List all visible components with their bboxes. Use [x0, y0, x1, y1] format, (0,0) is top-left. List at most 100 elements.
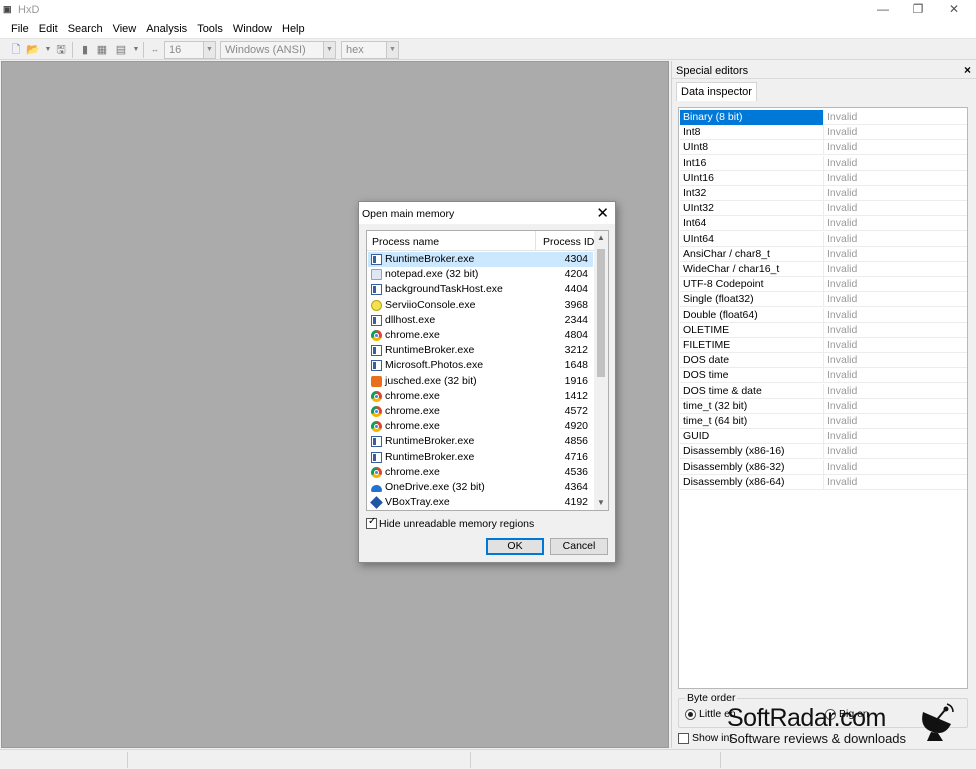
menu-help[interactable]: Help — [277, 20, 310, 38]
open-dropdown-icon[interactable]: ▼ — [41, 43, 55, 57]
process-row[interactable]: ServiioConsole.exe 3968 — [368, 298, 593, 313]
inspector-value[interactable]: Invalid — [827, 201, 857, 215]
inspector-row[interactable]: Disassembly (x86-64) Invalid — [680, 474, 967, 490]
inspector-row[interactable]: Disassembly (x86-32) Invalid — [680, 459, 967, 475]
scroll-thumb[interactable] — [597, 249, 605, 377]
inspector-row[interactable]: Single (float32) Invalid — [680, 292, 967, 308]
process-row[interactable]: Microsoft.Photos.exe 1648 — [368, 358, 593, 373]
process-list-scrollbar[interactable]: ▲ ▼ — [594, 231, 608, 510]
inspector-row[interactable]: GUID Invalid — [680, 429, 967, 445]
inspector-row[interactable]: Double (float64) Invalid — [680, 307, 967, 323]
export-icon[interactable]: ▤ — [114, 43, 128, 57]
process-row[interactable]: VBoxTray.exe 4192 — [368, 495, 593, 510]
inspector-value[interactable]: Invalid — [827, 125, 857, 139]
inspector-row[interactable]: UInt16 Invalid — [680, 170, 967, 186]
inspector-row[interactable]: time_t (64 bit) Invalid — [680, 414, 967, 429]
data-inspector-grid[interactable]: Binary (8 bit) Invalid Int8 Invalid UInt8 Inv… — [678, 107, 968, 689]
process-row[interactable]: chrome.exe 4572 — [368, 404, 593, 419]
new-file-icon[interactable]: 🗋 — [9, 43, 23, 57]
charset-select[interactable]: Windows (ANSI) ▼ — [220, 41, 336, 59]
process-row[interactable]: RuntimeBroker.exe 3212 — [368, 343, 593, 358]
menu-window[interactable]: Window — [228, 20, 277, 38]
inspector-value[interactable]: Invalid — [827, 353, 857, 367]
menu-view[interactable]: View — [108, 20, 142, 38]
save-icon[interactable]: 🖫 — [54, 43, 68, 57]
open-folder-icon[interactable]: 📂 — [26, 43, 40, 57]
inspector-row[interactable]: DOS time Invalid — [680, 368, 967, 384]
inspector-row[interactable]: UInt64 Invalid — [680, 231, 967, 247]
inspector-value[interactable]: Invalid — [827, 460, 857, 474]
inspector-value[interactable]: Invalid — [827, 368, 857, 382]
ok-button[interactable]: OK — [486, 538, 544, 555]
process-row[interactable]: dllhost.exe 2344 — [368, 313, 593, 328]
panel-close-icon[interactable]: × — [964, 63, 971, 77]
inspector-row[interactable]: DOS time & date Invalid — [680, 383, 967, 399]
process-row[interactable]: RuntimeBroker.exe 4304 — [368, 252, 593, 267]
little-endian-radio[interactable] — [685, 709, 696, 720]
inspector-value[interactable]: Invalid — [827, 140, 857, 154]
chevron-down-icon[interactable]: ▼ — [386, 42, 398, 58]
chevron-down-icon[interactable]: ▼ — [323, 42, 335, 58]
hide-unreadable-checkbox[interactable] — [366, 516, 377, 529]
tab-data-inspector[interactable]: Data inspector — [676, 82, 757, 101]
process-row[interactable]: RuntimeBroker.exe 4716 — [368, 450, 593, 465]
inspector-value[interactable]: Invalid — [827, 156, 857, 170]
process-row[interactable]: backgroundTaskHost.exe 4404 — [368, 282, 593, 297]
inspector-value[interactable]: Invalid — [827, 186, 857, 200]
inspector-value[interactable]: Invalid — [827, 475, 857, 489]
process-row[interactable]: jusched.exe (32 bit) 1916 — [368, 374, 593, 389]
inspector-row[interactable]: UInt8 Invalid — [680, 140, 967, 156]
inspector-value[interactable]: Invalid — [827, 277, 857, 291]
inspector-value[interactable]: Invalid — [827, 292, 857, 306]
inspector-value[interactable]: Invalid — [827, 384, 857, 398]
inspector-value[interactable]: Invalid — [827, 414, 857, 428]
inspector-row[interactable]: AnsiChar / char8_t Invalid — [680, 246, 967, 262]
dialog-close-icon[interactable]: ✕ — [596, 204, 609, 222]
inspector-value[interactable]: Invalid — [827, 247, 857, 261]
inspector-value[interactable]: Invalid — [827, 171, 857, 185]
scroll-down-icon[interactable]: ▼ — [594, 496, 608, 510]
offset-base-select[interactable]: hex ▼ — [341, 41, 399, 59]
process-row[interactable]: chrome.exe 4536 — [368, 465, 593, 480]
inspector-value[interactable]: Invalid — [827, 399, 857, 413]
process-list[interactable]: Process name Process ID RuntimeBroker.ex… — [366, 230, 609, 511]
column-process-id[interactable]: Process ID — [543, 236, 594, 248]
inspector-row[interactable]: WideChar / char16_t Invalid — [680, 262, 967, 277]
process-row[interactable]: RuntimeBroker.exe 4856 — [368, 434, 593, 449]
menu-analysis[interactable]: Analysis — [141, 20, 192, 38]
menu-edit[interactable]: Edit — [34, 20, 63, 38]
inspector-row[interactable]: Disassembly (x86-16) Invalid — [680, 444, 967, 460]
column-process-name[interactable]: Process name — [372, 236, 439, 248]
menu-search[interactable]: Search — [63, 20, 108, 38]
inspector-value[interactable]: Invalid — [827, 216, 857, 230]
process-row[interactable]: chrome.exe 4804 — [368, 328, 593, 343]
process-row[interactable]: chrome.exe 1412 — [368, 389, 593, 404]
inspector-value[interactable]: Invalid — [827, 232, 857, 246]
inspector-value[interactable]: Invalid — [827, 262, 857, 276]
inspector-row[interactable]: UTF-8 Codepoint Invalid — [680, 277, 967, 293]
process-row[interactable]: chrome.exe 4920 — [368, 419, 593, 434]
cancel-button[interactable]: Cancel — [550, 538, 608, 555]
inspector-row[interactable]: time_t (32 bit) Invalid — [680, 398, 967, 414]
inspector-value[interactable]: Invalid — [827, 323, 857, 337]
inspector-row[interactable]: Int32 Invalid — [680, 186, 967, 201]
process-row[interactable]: OneDrive.exe (32 bit) 4364 — [368, 480, 593, 495]
inspector-value[interactable]: Invalid — [827, 338, 857, 352]
inspector-row[interactable]: OLETIME Invalid — [680, 322, 967, 338]
inspector-value[interactable]: Invalid — [827, 110, 857, 124]
close-window-button[interactable]: ✕ — [937, 0, 971, 18]
inspector-row[interactable]: Int64 Invalid — [680, 216, 967, 232]
inspector-value[interactable]: Invalid — [827, 444, 857, 458]
inspector-value[interactable]: Invalid — [827, 308, 857, 322]
scroll-up-icon[interactable]: ▲ — [594, 231, 608, 245]
inspector-row[interactable]: Int8 Invalid — [680, 125, 967, 141]
menu-file[interactable]: File — [6, 20, 34, 38]
inspector-row[interactable]: DOS date Invalid — [680, 353, 967, 369]
restore-button[interactable]: ❐ — [901, 0, 935, 18]
inspector-row[interactable]: FILETIME Invalid — [680, 338, 967, 353]
inspector-row[interactable]: UInt32 Invalid — [680, 201, 967, 217]
bytes-per-row-select[interactable]: 16 ▼ — [164, 41, 216, 59]
inspector-value[interactable]: Invalid — [827, 429, 857, 443]
process-row[interactable]: notepad.exe (32 bit) 4204 — [368, 267, 593, 282]
show-integers-checkbox[interactable] — [678, 733, 689, 744]
